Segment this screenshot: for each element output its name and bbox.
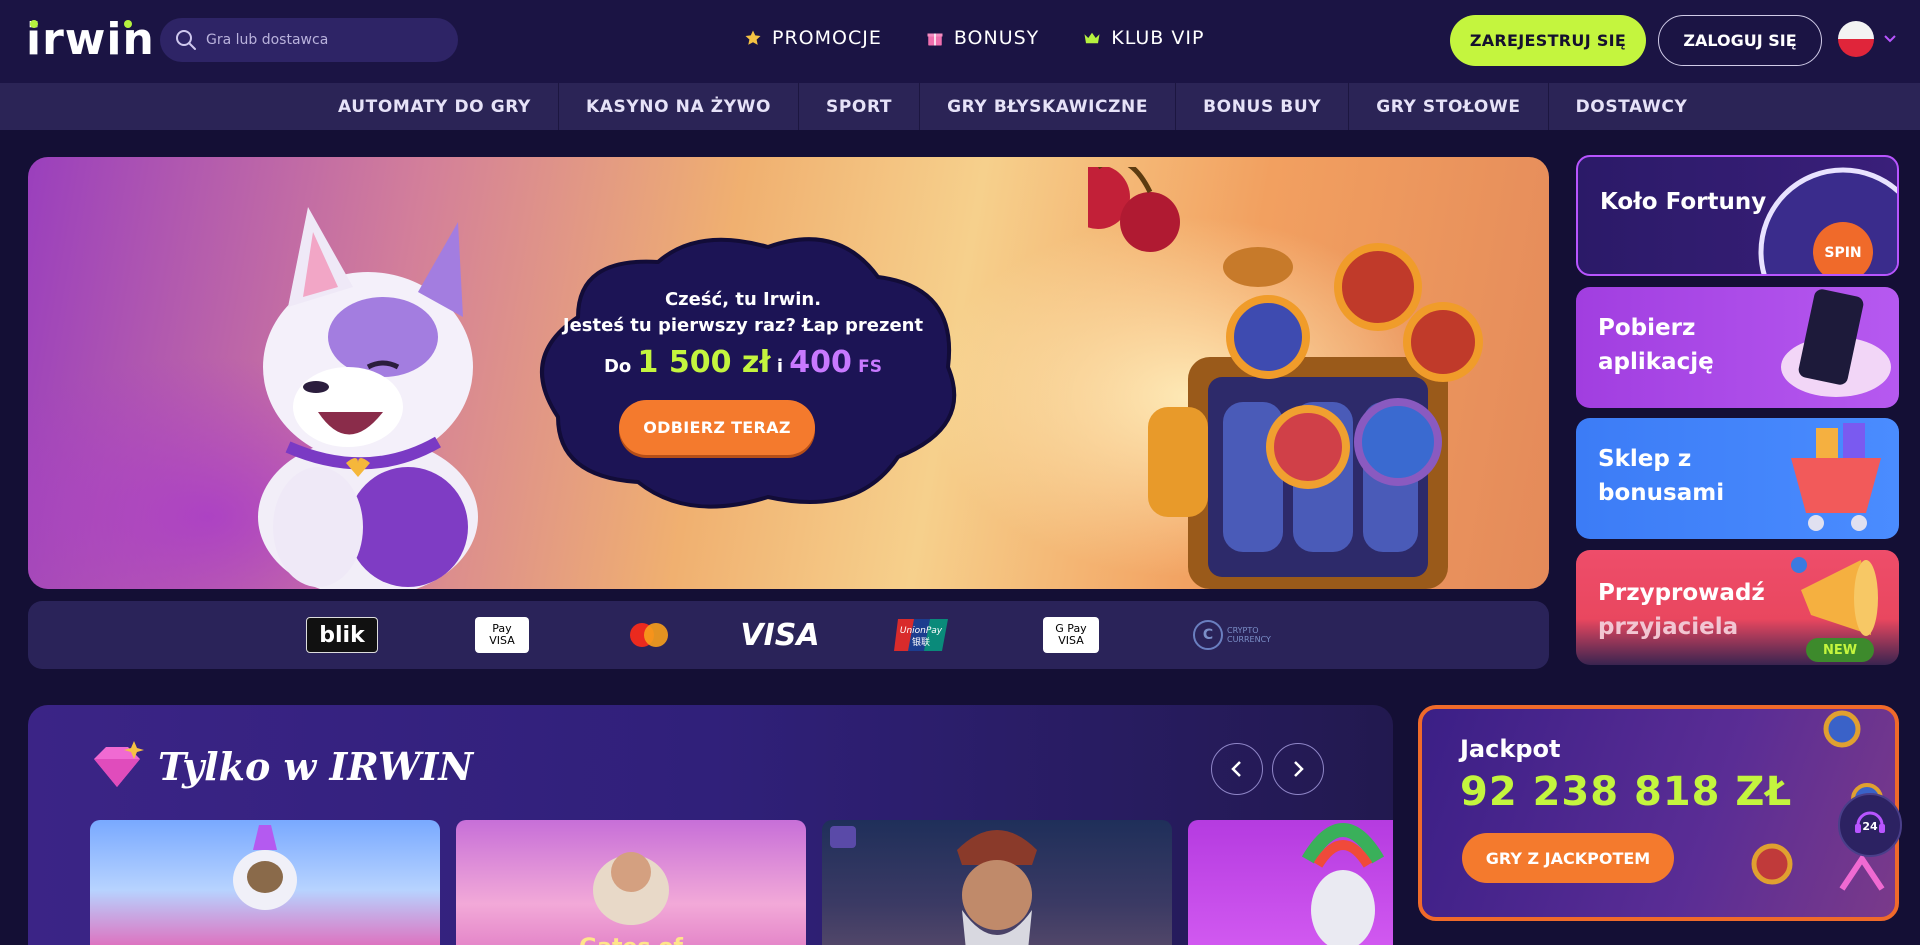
category-bonus-buy[interactable]: BONUS BUY [1176,83,1350,130]
carousel-prev-button[interactable] [1211,743,1263,795]
card-label: przyjaciela [1598,614,1739,640]
register-button[interactable]: ZAREJESTRUJ SIĘ [1450,15,1646,66]
logo-dot [30,20,38,28]
card-label: aplikację [1598,349,1714,375]
invite-friend-card[interactable]: Przyprowadź przyjaciela NEW [1576,550,1899,665]
diamond-icon [94,741,144,787]
chevron-down-icon[interactable] [1882,31,1898,47]
svg-text:24: 24 [1862,820,1878,833]
unionpay-logo: UnionPay 银联 [894,619,948,651]
irwin-logo[interactable]: irwin [26,18,155,62]
google-pay-logo: G Pay VISA [1043,617,1099,653]
nav-bonuses[interactable]: BONUSY [926,27,1039,49]
astronaut-dog-illustration [233,825,297,910]
gift-icon [927,33,943,46]
wizard-illustration [957,830,1037,945]
bonus-amount: 1 500 zł [637,345,771,380]
svg-text:UnionPay: UnionPay [900,626,943,636]
free-spins-count: 400 [789,345,852,380]
chevron-left-icon [1231,761,1241,777]
logo-text: irwin [26,14,155,65]
top-nav: PROMOCJE BONUSY KLUB VIP [744,27,1204,49]
exclusive-games-section: Tylko w IRWIN Gates of [28,705,1393,945]
logo-dot [124,20,132,28]
svg-text:SPIN: SPIN [1824,245,1861,261]
login-button[interactable]: ZALOGUJ SIĘ [1658,15,1822,66]
category-bar: AUTOMATY DO GRY KASYNO NA ŻYWO SPORT GRY… [0,83,1920,130]
jackpot-games-button[interactable]: GRY Z JACKPOTEM [1462,833,1674,883]
mastercard-logo [630,623,668,647]
nav-vip-club[interactable]: KLUB VIP [1083,27,1204,49]
support-24-icon: 24 [1855,811,1885,833]
jackpot-card[interactable]: Jackpot 92 238 818 ZŁ GRY Z JACKPOTEM [1418,705,1899,921]
support-chat-button[interactable]: 24 [1838,793,1902,857]
game-card[interactable] [90,820,440,945]
nav-label: KLUB VIP [1111,27,1205,49]
search-input[interactable] [206,18,446,62]
game-card[interactable] [1188,820,1393,945]
card-label: Sklep z [1598,446,1692,472]
download-app-card[interactable]: Pobierz aplikację [1576,287,1899,408]
crypto-currency-logo: C CRYPTO CURRENCY [1190,617,1271,653]
category-live-casino[interactable]: KASYNO NA ŻYWO [559,83,800,130]
card-label: Przyprowadź [1598,580,1765,606]
nav-label: PROMOCJE [772,27,882,49]
nav-promotions[interactable]: PROMOCJE [744,27,882,49]
search-box[interactable] [160,18,458,62]
chevron-right-icon [1294,761,1304,777]
section-title: Tylko w IRWIN [158,743,474,789]
game-title: Gates of [456,935,806,945]
slot-machine-illustration [1088,167,1483,589]
hero-greeting: Cześć, tu Irwin. [664,289,822,310]
hero-banner[interactable]: Cześć, tu Irwin. Jesteś tu pierwszy raz?… [28,157,1549,589]
visa-logo: VISA [740,617,820,653]
card-label: Pobierz [1598,315,1696,341]
game-card[interactable]: Gates of [456,820,806,945]
bonus-shop-card[interactable]: Sklep z bonusami [1576,418,1899,539]
apple-pay-logo: Pay VISA [475,617,529,653]
blik-logo: blik [306,617,378,653]
payment-methods-bar: blik Pay VISA VISA UnionPay 银联 G Pay VIS… [28,601,1549,669]
card-label: bonusami [1598,480,1725,506]
category-instant-games[interactable]: GRY BŁYSKAWICZNE [920,83,1177,130]
jackpot-label: Jackpot [1460,735,1561,763]
husky-mascot-illustration [258,207,478,589]
top-header: irwin PROMOCJE BONUSY KLUB VIP ZAREJESTR… [0,0,1920,83]
card-label: Koło Fortuny [1600,189,1767,215]
svg-text:银联: 银联 [912,636,930,648]
new-badge: NEW [1806,638,1874,662]
hero-offer-text: Cześć, tu Irwin. Jesteś tu pierwszy raz?… [538,287,948,380]
phone-app-icon [1781,289,1891,397]
zeus-illustration [593,852,669,925]
carousel-next-button[interactable] [1272,743,1324,795]
section-header: Tylko w IRWIN [90,741,473,791]
flag-poland-icon[interactable] [1838,21,1874,57]
shopping-cart-icon [1791,423,1881,531]
hero-subtitle: Jesteś tu pierwszy raz? Łap prezent [562,315,924,336]
nav-label: BONUSY [953,27,1040,49]
provider-badge [830,826,856,848]
claim-now-button[interactable]: ODBIERZ TERAZ [619,400,815,455]
feathered-mascot-illustration [1301,823,1385,945]
search-icon [176,30,196,50]
category-table-games[interactable]: GRY STOŁOWE [1349,83,1549,130]
wheel-of-fortune-card[interactable]: Koło Fortuny SPIN [1576,155,1899,276]
category-providers[interactable]: DOSTAWCY [1549,83,1715,130]
megaphone-icon [1791,557,1878,636]
hero-bonus-line: Do 1 500 zł i 400 FS [603,345,883,380]
category-sport[interactable]: SPORT [799,83,921,130]
category-slots[interactable]: AUTOMATY DO GRY [311,83,559,130]
game-card[interactable] [822,820,1172,945]
star-icon [745,30,761,45]
fortune-wheel-icon: SPIN [1758,167,1897,274]
crown-icon [1084,32,1100,44]
